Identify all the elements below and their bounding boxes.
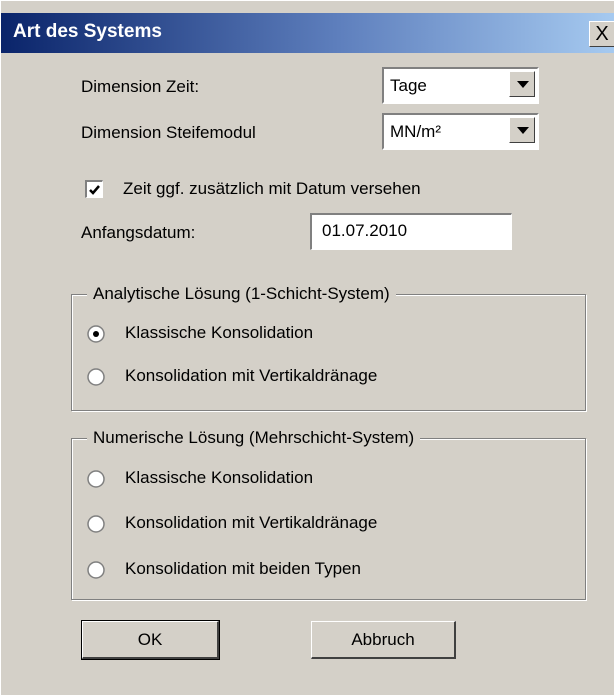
radio-label[interactable]: Klassische Konsolidation [125,468,313,488]
radio-label[interactable]: Konsolidation mit Vertikaldränage [125,366,377,386]
window-title: Art des Systems [13,21,162,42]
ok-button[interactable]: OK [81,620,220,660]
dimension-steife-select[interactable]: MN/m² [382,113,539,150]
ok-button-label: OK [137,630,163,649]
radio-label[interactable]: Konsolidation mit beiden Typen [125,559,361,579]
anfangsdatum-label: Anfangsdatum: [81,223,196,242]
cancel-button-label: Abbruch [351,630,415,649]
cancel-button[interactable]: Abbruch [311,621,456,659]
dropdown-arrow-button[interactable] [509,71,535,97]
anfangsdatum-value: 01.07.2010 [322,221,408,240]
analytische-loesung-title: Analytische Lösung (1-Schicht-System) [87,284,396,304]
datum-checkbox[interactable] [85,180,103,198]
checkmark-icon [89,185,100,195]
dimension-steife-value: MN/m² [390,122,441,141]
chevron-down-icon [517,127,529,134]
dimension-steife-label: Dimension Steifemodul [81,123,256,142]
anfangsdatum-input[interactable]: 01.07.2010 [310,213,512,250]
dialog-window: Art des Systems X Dimension Zeit: Tage D… [0,0,614,695]
title-bar[interactable]: Art des Systems X [1,13,614,53]
radio-label[interactable]: Konsolidation mit Vertikaldränage [125,513,377,533]
dropdown-arrow-button[interactable] [509,117,535,143]
analytische-loesung-group [71,294,586,411]
dimension-zeit-select[interactable]: Tage [382,67,539,104]
dimension-zeit-label: Dimension Zeit: [81,77,200,96]
close-button[interactable]: X [589,21,614,47]
close-icon: X [595,23,609,45]
radio-numerisch-klassisch[interactable] [87,470,105,488]
chevron-down-icon [517,81,529,88]
radio-numerisch-beide[interactable] [87,561,105,579]
radio-numerisch-vertikal[interactable] [87,515,105,533]
radio-analytisch-klassisch[interactable] [87,325,105,343]
dimension-zeit-value: Tage [390,76,427,95]
datum-checkbox-label[interactable]: Zeit ggf. zusätzlich mit Datum versehen [123,179,421,199]
radio-dot-icon [93,331,99,337]
radio-label[interactable]: Klassische Konsolidation [125,323,313,343]
radio-analytisch-vertikal[interactable] [87,368,105,386]
numerische-loesung-title: Numerische Lösung (Mehrschicht-System) [87,428,421,448]
